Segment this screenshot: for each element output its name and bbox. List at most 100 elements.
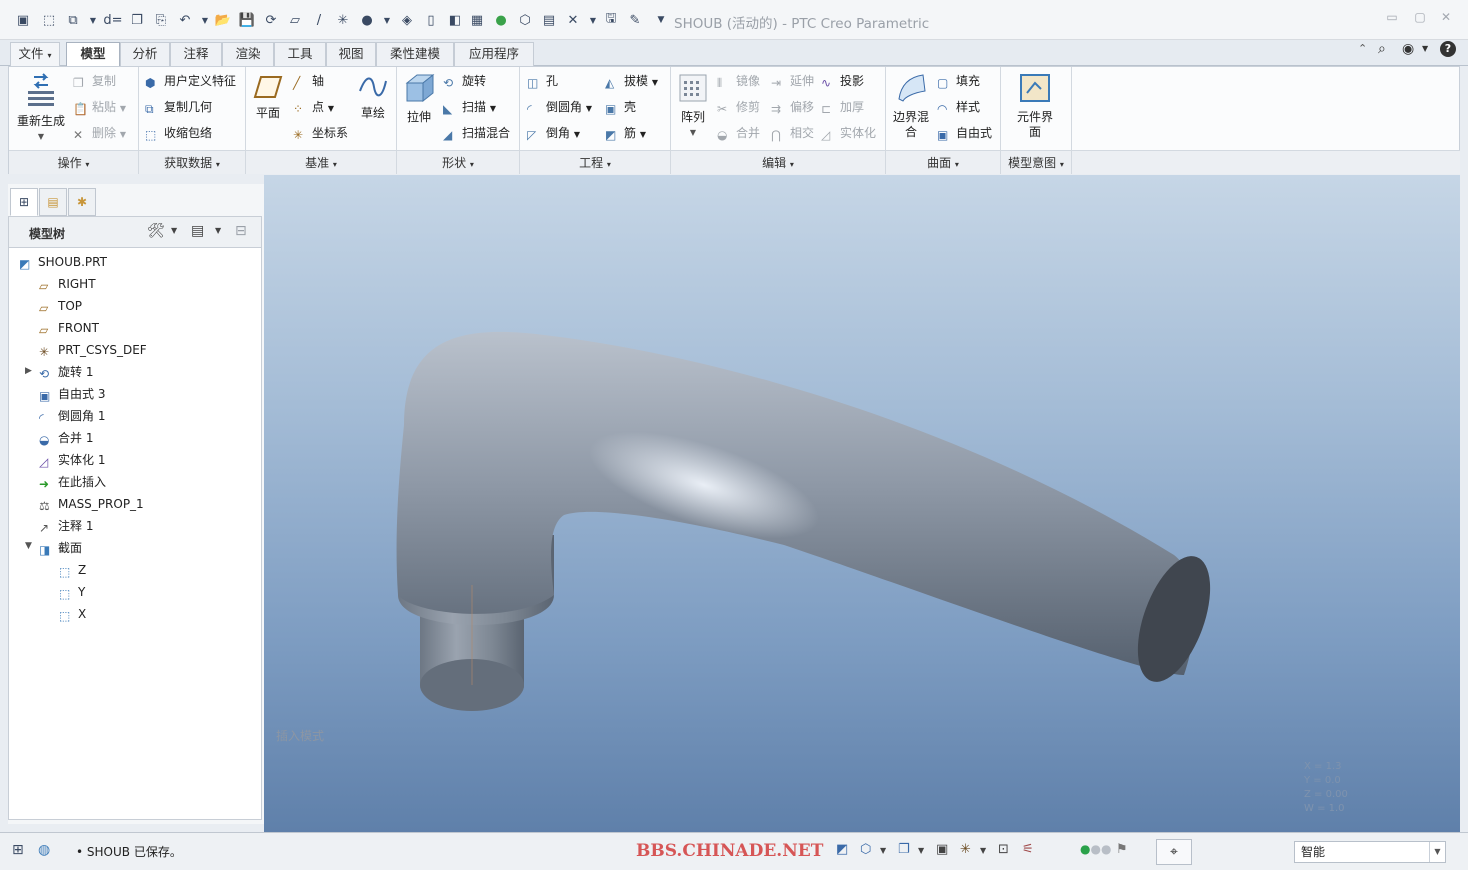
close-button[interactable]: ✕ [1436,10,1456,28]
shell-button[interactable]: ▣ 壳 [605,97,636,117]
tab-flexible-modeling[interactable]: 柔性建模 [376,42,454,66]
annotation-display-icon[interactable]: ⊡ [998,842,1016,860]
group-model-intent-label[interactable]: 模型意图 ▾ [1001,150,1071,174]
group-shapes-label[interactable]: 形状 ▾ [397,150,519,174]
tree-node-section[interactable]: ◨ 截面 [39,538,82,558]
boundary-blend-button[interactable]: 边界混合 [889,73,933,140]
tree-show-dropdown-icon[interactable]: ▼ [215,226,221,235]
freestyle-button[interactable]: ▣ 自由式 [937,123,992,143]
round-button[interactable]: ◜ 倒圆角 ▼ [527,97,592,117]
part-model-handle[interactable] [264,175,1460,832]
tree-node-section-z[interactable]: ⬚ Z [59,560,86,580]
collapse-section-icon[interactable]: ▼ [25,541,32,551]
tab-file[interactable]: 文件 ▾ [10,42,60,66]
tree-node-part[interactable]: ◩ SHOUB.PRT [19,252,107,272]
green-dot-icon[interactable]: ● [492,11,510,29]
model-info-icon[interactable]: ◧ [446,11,464,29]
collapse-ribbon-icon[interactable]: ⌃ [1358,42,1367,55]
tree-node-mass-prop[interactable]: ⚖ MASS_PROP_1 [39,494,144,514]
sketch-button[interactable]: 草绘 [355,75,391,121]
search-icon[interactable]: ⌕ [1378,41,1386,57]
point-button[interactable]: ⁘ 点 ▼ [293,97,334,117]
axis-small-icon[interactable]: / [310,11,328,29]
datum-display-dropdown-icon[interactable]: ▼ [980,846,998,864]
tree-node-front[interactable]: ▱ FRONT [39,318,99,338]
tree-node-merge[interactable]: ◒ 合并 1 [39,428,93,448]
group-editing-label[interactable]: 编辑 ▾ [671,150,885,174]
thicken-button[interactable]: ⊏ 加厚 [821,97,864,117]
close-window-icon[interactable]: ✕ [564,11,582,29]
tree-node-revolve[interactable]: ⟲ 旋转 1 [39,362,93,382]
minimize-button[interactable]: ▭ [1382,10,1402,28]
page-icon[interactable]: ▯ [422,11,440,29]
model-tree-tab[interactable]: ⊞ [10,188,38,216]
regenerate-dropdown-icon[interactable]: ▼ [15,129,67,144]
cube-icon[interactable]: ⬡ [516,11,534,29]
swept-blend-button[interactable]: ◢ 扫描混合 [443,123,510,143]
tree-filter-icon[interactable]: ⊟ [235,223,247,239]
maximize-button[interactable]: ▢ [1410,10,1430,28]
tree-show-icon[interactable]: ▤ [191,223,204,239]
shading-dropdown-icon[interactable]: ▼ [378,11,396,29]
extend-button[interactable]: ⇥ 延伸 [771,71,814,91]
paste-button[interactable]: 📋 粘贴 ▼ [73,97,126,117]
tree-node-section-x[interactable]: ⬚ X [59,604,86,624]
tab-render[interactable]: 渲染 [222,42,274,66]
help-icon[interactable]: ? [1440,41,1456,57]
table-icon[interactable]: ▦ [468,11,486,29]
graphics-window[interactable]: 插入模式 X = 1.3 Y = 0.0 Z = 0.00 W = 1.0 [264,175,1460,832]
appearance-icon[interactable]: ◈ [398,11,416,29]
offset-button[interactable]: ⇉ 偏移 [771,97,814,117]
community-dropdown-icon[interactable]: ▼ [1422,44,1428,53]
group-engineering-label[interactable]: 工程 ▾ [520,150,670,174]
community-icon[interactable]: ◉ [1402,41,1414,57]
display-style-icon[interactable]: ▣ [936,842,954,860]
show-navigator-icon[interactable]: ⊞ [12,842,30,860]
saved-views-icon[interactable]: ❐ [898,842,916,860]
plane-small-icon[interactable]: ▱ [286,11,304,29]
rib-button[interactable]: ◩ 筋 ▼ [605,123,646,143]
spin-center-icon[interactable]: ⚟ [1022,842,1040,860]
tree-node-round[interactable]: ◜ 倒圆角 1 [39,406,105,426]
tab-applications[interactable]: 应用程序 [454,42,534,66]
project-button[interactable]: ∿ 投影 [821,71,864,91]
trim-button[interactable]: ✂ 修剪 [717,97,760,117]
cube-view-dropdown-icon[interactable]: ▼ [880,846,898,864]
saved-views-dropdown-icon[interactable]: ▼ [918,846,936,864]
edit-icon[interactable]: ✎ [626,11,644,29]
selection-filter-select[interactable]: 智能 ▼ [1294,841,1446,863]
shrinkwrap-button[interactable]: ⬚ 收缩包络 [145,123,212,143]
copy-button[interactable]: ❐ 复制 [73,71,116,91]
tree-settings-icon[interactable]: 🛠 [147,223,165,239]
csys-small-icon[interactable]: ✳ [334,11,352,29]
group-get-data-label[interactable]: 获取数据 ▾ [139,150,245,174]
tree-node-annotation[interactable]: ↗ 注释 1 [39,516,93,536]
revolve-button[interactable]: ⟲ 旋转 [443,71,486,91]
datum-display-icon[interactable]: ✳ [960,842,978,860]
favorites-tab[interactable]: ✱ [68,188,96,216]
tree-node-top[interactable]: ▱ TOP [39,296,82,316]
save-icon[interactable]: 💾 [238,11,256,29]
axis-button[interactable]: ╱ 轴 [293,71,324,91]
tree-node-insert-here[interactable]: ➜ 在此插入 [39,472,106,492]
component-interface-button[interactable]: 元件界面 [1005,73,1065,140]
tree-node-solidify[interactable]: ◿ 实体化 1 [39,450,105,470]
merge-button[interactable]: ◒ 合并 [717,123,760,143]
tree-node-section-y[interactable]: ⬚ Y [59,582,85,602]
delete-button[interactable]: ✕ 删除 ▼ [73,123,126,143]
plane-button[interactable]: 平面 [251,75,285,121]
udf-button[interactable]: ⬢ 用户定义特征 [145,71,236,91]
intersect-button[interactable]: ⋂ 相交 [771,123,814,143]
fill-button[interactable]: ▢ 填充 [937,71,980,91]
solidify-button[interactable]: ◿ 实体化 [821,123,876,143]
new-window-icon[interactable]: ⧉ [64,11,82,29]
extrude-button[interactable]: 拉伸 [401,73,437,125]
hole-button[interactable]: ◫ 孔 [527,71,558,91]
tab-annotate[interactable]: 注释 [170,42,222,66]
style-button[interactable]: ◠ 样式 [937,97,980,117]
regen-small-icon[interactable]: ⟳ [262,11,280,29]
regenerate-button[interactable]: 重新生成 ▼ [15,73,67,144]
undo-icon[interactable]: ↶ [176,11,194,29]
draft-button[interactable]: ◭ 拔模 ▼ [605,71,658,91]
tab-analysis[interactable]: 分析 [120,42,170,66]
